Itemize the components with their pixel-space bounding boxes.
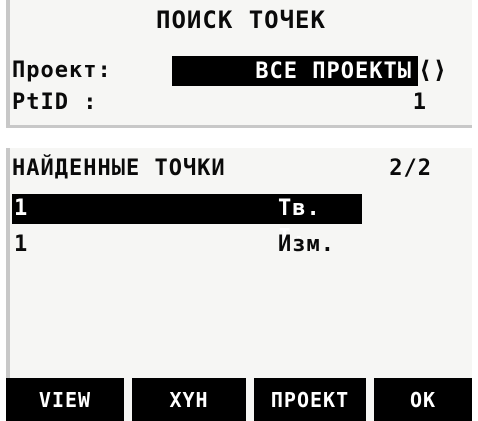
list-item[interactable]: 1 Тв. т. <box>12 194 362 246</box>
xyh-button[interactable]: XYH <box>132 378 246 421</box>
screen-title: ПОИСК ТОЧЕК <box>156 6 326 34</box>
project-selector[interactable]: ВСЕ ПРОЕКТЫ <box>172 56 418 86</box>
view-button[interactable]: VIEW <box>6 378 124 421</box>
ok-button[interactable]: OK <box>374 378 472 421</box>
softkey-bar: VIEW XYH ПРОЕКТ OK <box>6 378 472 421</box>
project-label: Проект: <box>12 58 112 83</box>
search-criteria-panel: ПОИСК ТОЧЕК Проект: ВСЕ ПРОЕКТЫ ⟨⟩ PtID … <box>6 0 472 128</box>
project-button[interactable]: ПРОЕКТ <box>254 378 366 421</box>
list-item[interactable]: 1 Изм. <box>12 230 362 260</box>
point-number: 1 <box>14 196 28 221</box>
point-number: 1 <box>14 232 28 257</box>
page-counter: 2/2 <box>389 156 432 181</box>
ptid-label: PtID : <box>12 90 98 115</box>
ptid-field[interactable]: 1 <box>413 90 426 115</box>
point-type: Изм. <box>278 232 335 257</box>
project-value: ВСЕ ПРОЕКТЫ <box>255 58 412 84</box>
found-points-title: НАЙДЕННЫЕ ТОЧКИ <box>12 156 226 181</box>
project-toggle-arrows-icon[interactable]: ⟨⟩ <box>418 56 447 84</box>
